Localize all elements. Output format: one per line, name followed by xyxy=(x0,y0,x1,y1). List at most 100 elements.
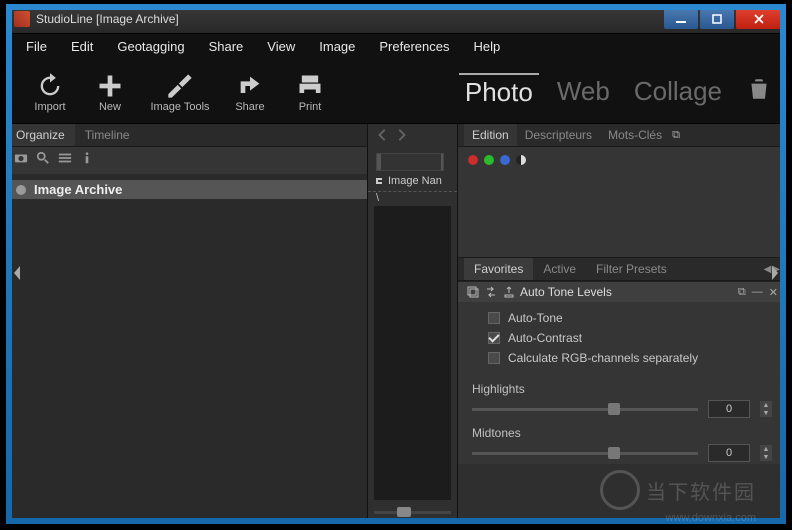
red-channel-dot[interactable] xyxy=(468,155,478,165)
tab-descripteurs[interactable]: Descripteurs xyxy=(517,124,600,146)
popout-icon-button[interactable]: ⧉ xyxy=(672,129,680,142)
sort-label: Image Nan xyxy=(388,175,442,187)
tab-organize[interactable]: Organize xyxy=(6,124,75,146)
sort-dropdown[interactable]: Image Nan xyxy=(368,173,457,189)
tab-timeline[interactable]: Timeline xyxy=(75,124,140,146)
close-tool-button[interactable]: ✕ xyxy=(769,286,778,299)
menu-edit[interactable]: Edit xyxy=(61,37,103,56)
midtones-slider-row: Midtones 0 ▲▼ xyxy=(458,420,786,464)
info-icon xyxy=(80,151,94,165)
menubar: File Edit Geotagging Share View Image Pr… xyxy=(6,34,786,58)
menu-share[interactable]: Share xyxy=(199,37,254,56)
tab-edition[interactable]: Edition xyxy=(464,124,517,146)
print-label: Print xyxy=(299,101,322,113)
export-icon xyxy=(502,285,516,299)
auto-tone-label: Auto-Tone xyxy=(508,311,563,325)
minimize-button[interactable] xyxy=(664,9,698,29)
filmstrip-icon[interactable] xyxy=(376,153,444,171)
highlights-label: Highlights xyxy=(472,382,772,396)
menu-file[interactable]: File xyxy=(16,37,57,56)
thumbnail-zoom-slider[interactable] xyxy=(368,506,457,524)
image-tools-button[interactable]: Image Tools xyxy=(140,71,220,113)
green-channel-dot[interactable] xyxy=(484,155,494,165)
search-icon xyxy=(36,151,50,165)
rgb-separate-label: Calculate RGB-channels separately xyxy=(508,351,698,365)
menu-preferences[interactable]: Preferences xyxy=(369,37,459,56)
new-button[interactable]: New xyxy=(80,71,140,113)
maximize-button[interactable] xyxy=(700,9,734,29)
menu-help[interactable]: Help xyxy=(463,37,510,56)
image-tools-label: Image Tools xyxy=(150,101,209,113)
tool-header[interactable]: Auto Tone Levels ⧉ — ✕ xyxy=(458,281,786,302)
print-icon xyxy=(296,72,324,100)
info-icon-button[interactable] xyxy=(80,151,94,170)
right-panel: Edition Descripteurs Mots-Clés ⧉ Favorit… xyxy=(458,124,786,524)
trash-button[interactable] xyxy=(746,76,772,107)
tree-item-image-archive[interactable]: Image Archive xyxy=(6,180,367,199)
thumbnail-area[interactable] xyxy=(374,206,451,500)
bw-channel-dot[interactable] xyxy=(516,155,526,165)
share-icon xyxy=(236,72,264,100)
arrow-forward-icon xyxy=(394,128,408,142)
blue-channel-dot[interactable] xyxy=(500,155,510,165)
tab-filter-presets[interactable]: Filter Presets xyxy=(586,258,677,280)
menu-image[interactable]: Image xyxy=(309,37,365,56)
tab-favorites[interactable]: Favorites xyxy=(464,258,533,280)
highlights-spin-down[interactable]: ▼ xyxy=(760,409,772,417)
auto-contrast-label: Auto-Contrast xyxy=(508,331,582,345)
grid-icon-button[interactable] xyxy=(58,151,72,170)
nav-back-button[interactable] xyxy=(376,128,390,147)
auto-contrast-checkbox[interactable] xyxy=(488,332,500,344)
toolbar: Import New Image Tools Share Print Photo… xyxy=(6,58,786,124)
midtones-spin-up[interactable]: ▲ xyxy=(760,445,772,453)
highlights-slider-row: Highlights 0 ▲▼ xyxy=(458,376,786,420)
edition-body xyxy=(458,147,786,257)
import-label: Import xyxy=(34,101,65,113)
path-label: \ xyxy=(368,191,457,204)
midtones-value[interactable]: 0 xyxy=(708,444,750,462)
tool-body: Auto-Tone Auto-Contrast Calculate RGB-ch… xyxy=(458,302,786,376)
camera-icon xyxy=(14,151,28,165)
new-label: New xyxy=(99,101,121,113)
rgb-separate-checkbox[interactable] xyxy=(488,352,500,364)
favorites-section: Favorites Active Filter Presets ◀ ▶ Auto… xyxy=(458,257,786,524)
nav-forward-button[interactable] xyxy=(394,128,408,147)
middle-panel: Image Nan \ xyxy=(368,124,458,524)
eyedropper-icon xyxy=(166,72,194,100)
share-label: Share xyxy=(235,101,264,113)
grid-icon xyxy=(58,151,72,165)
auto-tone-checkbox[interactable] xyxy=(488,312,500,324)
menu-view[interactable]: View xyxy=(257,37,305,56)
app-window: StudioLine [Image Archive] File Edit Geo… xyxy=(6,4,786,524)
midtones-slider[interactable] xyxy=(472,452,698,455)
tab-mots-cles[interactable]: Mots-Clés xyxy=(600,124,670,146)
collapse-button[interactable]: — xyxy=(752,286,763,298)
close-button[interactable] xyxy=(736,9,782,29)
highlights-slider[interactable] xyxy=(472,408,698,411)
right-edge-expand[interactable] xyxy=(770,264,780,282)
popout2-icon-button[interactable]: ⧉ xyxy=(738,286,746,299)
mode-web[interactable]: Web xyxy=(551,74,616,109)
titlebar[interactable]: StudioLine [Image Archive] xyxy=(6,4,786,34)
mode-photo[interactable]: Photo xyxy=(459,73,539,110)
plus-icon xyxy=(96,72,124,100)
left-edge-expand[interactable] xyxy=(12,264,22,282)
tool-title: Auto Tone Levels xyxy=(520,285,612,299)
arrow-back-icon xyxy=(376,128,390,142)
midtones-label: Midtones xyxy=(472,426,772,440)
midtones-spin-down[interactable]: ▼ xyxy=(760,453,772,461)
window-title: StudioLine [Image Archive] xyxy=(36,12,664,26)
highlights-value[interactable]: 0 xyxy=(708,400,750,418)
import-button[interactable]: Import xyxy=(20,71,80,113)
copy-icon xyxy=(466,285,480,299)
mode-collage[interactable]: Collage xyxy=(628,74,728,109)
search-icon-button[interactable] xyxy=(36,151,50,170)
tree-item-label: Image Archive xyxy=(34,182,122,197)
tree-bullet-icon xyxy=(16,185,26,195)
highlights-spin-up[interactable]: ▲ xyxy=(760,401,772,409)
tab-active[interactable]: Active xyxy=(533,258,586,280)
share-button[interactable]: Share xyxy=(220,71,280,113)
camera-icon-button[interactable] xyxy=(14,151,28,170)
print-button[interactable]: Print xyxy=(280,71,340,113)
menu-geotagging[interactable]: Geotagging xyxy=(107,37,194,56)
